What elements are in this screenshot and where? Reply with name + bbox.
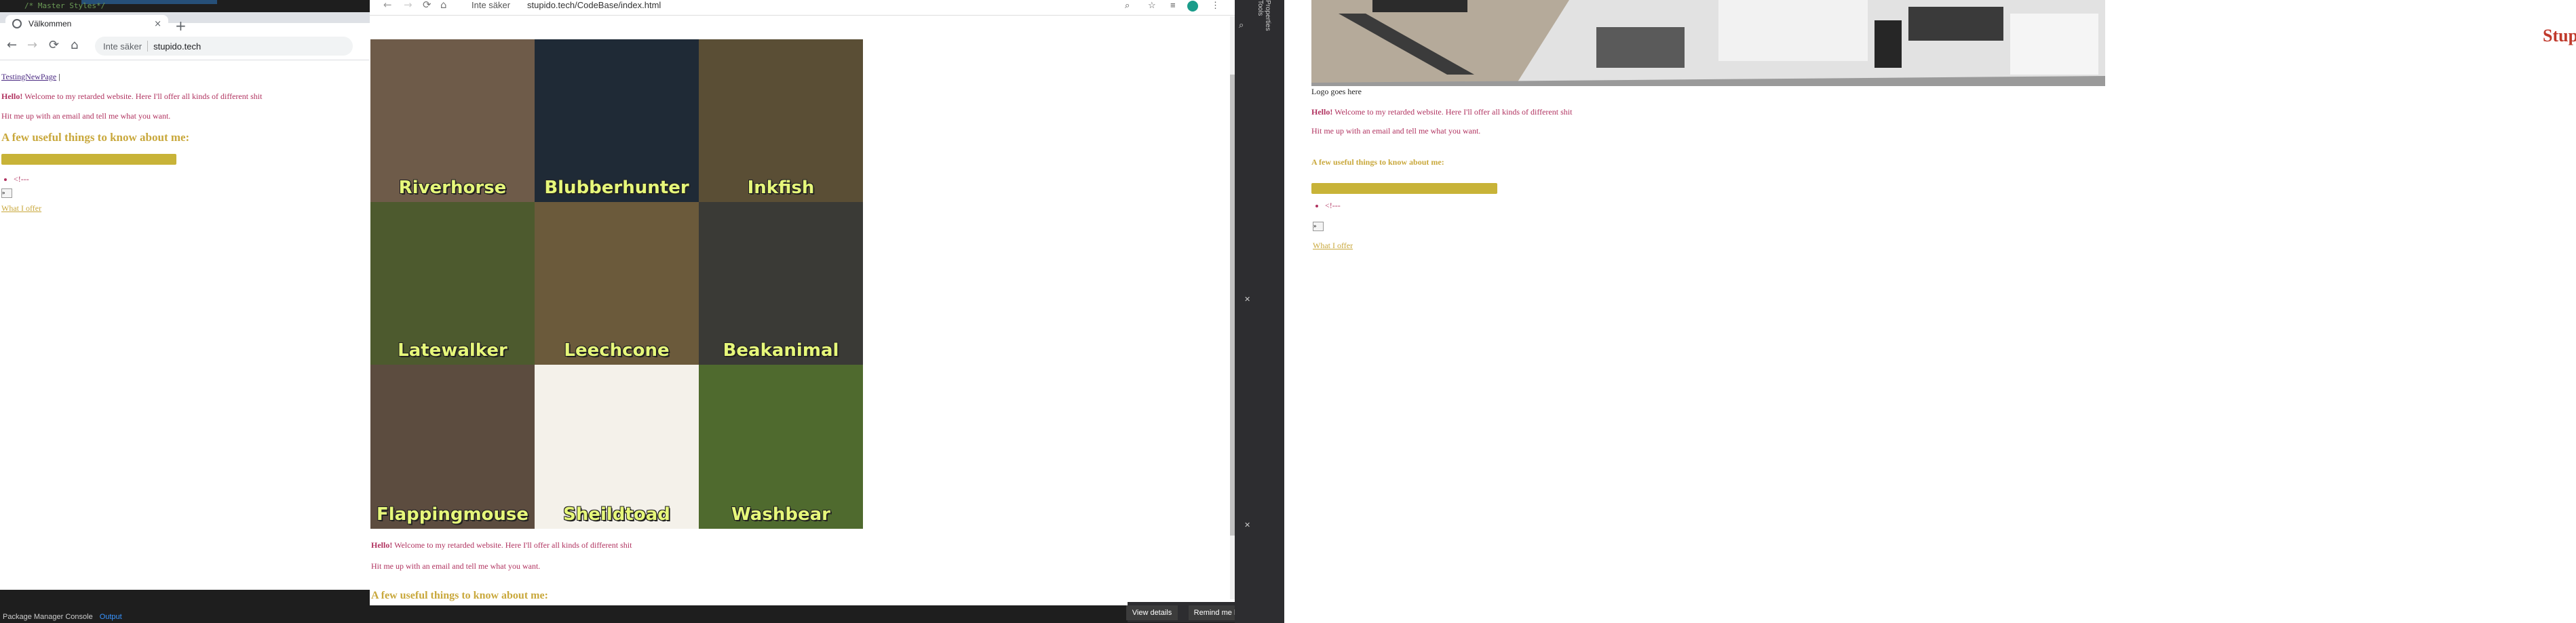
middle-browser-window: ← → ⟳ ⌂ Inte säker stupido.tech/CodeBase… bbox=[370, 0, 1264, 605]
animal-card: Leechcone bbox=[535, 202, 699, 365]
contact-text: Hit me up with an email and tell me what… bbox=[1, 111, 171, 121]
pin-icon[interactable]: ✕ bbox=[1244, 295, 1250, 304]
welcome-text: Welcome to my retarded website. Here I'l… bbox=[1332, 107, 1573, 117]
animal-label: Sheildtoad bbox=[563, 504, 670, 525]
hero-room-image bbox=[1311, 0, 2105, 86]
package-manager-console-tab[interactable]: Package Manager Console bbox=[3, 613, 93, 621]
contact-text: Hit me up with an email and tell me what… bbox=[371, 561, 541, 571]
pin-icon[interactable]: ✕ bbox=[1244, 521, 1250, 529]
search-icon[interactable]: ⌕ bbox=[1125, 0, 1130, 11]
home-icon[interactable]: ⌂ bbox=[71, 38, 78, 52]
left-browser-window: /* Master Styles*/ Välkommen × + ← → ⟳ ⌂… bbox=[0, 0, 370, 590]
reload-icon[interactable]: ⟳ bbox=[423, 0, 431, 11]
bookmark-star-icon[interactable]: ☆ bbox=[1148, 0, 1156, 11]
scrollbar-thumb[interactable] bbox=[1230, 75, 1235, 536]
view-details-button[interactable]: View details bbox=[1126, 605, 1178, 620]
security-warning: Inte säker bbox=[103, 41, 142, 52]
what-i-offer-link[interactable]: What I offer bbox=[1313, 241, 1353, 251]
back-icon[interactable]: ← bbox=[7, 38, 17, 52]
animal-label: Beakanimal bbox=[723, 340, 839, 361]
welcome-text: Welcome to my retarded website. Here I'l… bbox=[22, 92, 263, 101]
animal-card: Riverhorse bbox=[370, 39, 535, 202]
url-text: stupido.tech bbox=[153, 41, 201, 52]
animal-label: Washbear bbox=[731, 504, 830, 525]
animal-card: Flappingmouse bbox=[370, 365, 535, 529]
animal-grid: Riverhorse Blubberhunter Inkfish Latewal… bbox=[370, 39, 863, 529]
animal-label: Blubberhunter bbox=[544, 178, 689, 198]
right-page: StupidO Logo goes here Hello! Welcome to… bbox=[1284, 0, 2576, 623]
animal-card: Blubberhunter bbox=[535, 39, 699, 202]
welcome-line: Hello! Welcome to my retarded website. H… bbox=[371, 540, 632, 550]
ide-side-strip: ⌕ ✕ ✕ bbox=[1235, 0, 1284, 623]
section-heading: A few useful things to know about me: bbox=[1311, 157, 1444, 167]
new-tab-button[interactable]: + bbox=[175, 18, 187, 34]
panel-tabs: Package Manager Console Output bbox=[3, 613, 122, 621]
close-tab-icon[interactable]: × bbox=[154, 19, 161, 29]
logo-placeholder: Logo goes here bbox=[1311, 87, 1362, 96]
animal-label: Inkfish bbox=[747, 178, 815, 198]
welcome-line: Hello! Welcome to my retarded website. H… bbox=[1311, 107, 1572, 117]
welcome-text: Welcome to my retarded website. Here I'l… bbox=[392, 540, 632, 550]
browser-toolbar: ← → ⟳ ⌂ Inte säker stupido.tech bbox=[0, 33, 370, 60]
nav-separator: | bbox=[58, 72, 60, 81]
animal-label: Riverhorse bbox=[398, 178, 507, 198]
browser-tab[interactable]: Välkommen × bbox=[5, 15, 168, 33]
page-content: TestingNewPage | Hello! Welcome to my re… bbox=[0, 68, 366, 219]
animal-label: Leechcone bbox=[564, 340, 670, 361]
forward-icon[interactable]: → bbox=[27, 38, 37, 52]
security-warning: Inte säker bbox=[472, 0, 511, 10]
editor-code-strip: /* Master Styles*/ bbox=[0, 0, 370, 12]
url-text[interactable]: stupido.tech/CodeBase/index.html bbox=[527, 0, 661, 10]
animal-card: Washbear bbox=[699, 365, 863, 529]
browser-toolbar: ← → ⟳ ⌂ Inte säker stupido.tech/CodeBase… bbox=[370, 0, 1235, 16]
list-item: <!--- bbox=[14, 174, 366, 184]
animal-card: Beakanimal bbox=[699, 202, 863, 365]
testing-new-page-link[interactable]: TestingNewPage bbox=[1, 72, 56, 81]
section-heading: A few useful things to know about me: bbox=[371, 590, 548, 601]
small-button[interactable]: » bbox=[1313, 222, 1324, 231]
globe-icon bbox=[12, 19, 22, 28]
small-button[interactable]: » bbox=[1, 188, 12, 198]
contact-text: Hit me up with an email and tell me what… bbox=[1311, 126, 1481, 136]
tab-title: Välkommen bbox=[28, 19, 72, 28]
animal-label: Latewalker bbox=[398, 340, 507, 361]
reload-icon[interactable]: ⟳ bbox=[49, 38, 59, 52]
gold-banner bbox=[1311, 183, 1497, 194]
hello-text: Hello! bbox=[1311, 107, 1333, 117]
animal-label: Flappingmouse bbox=[376, 504, 529, 525]
section-heading: A few useful things to know about me: bbox=[1, 131, 190, 144]
code-comment: /* Master Styles*/ bbox=[24, 1, 106, 10]
playlist-icon[interactable]: ≡ bbox=[1170, 0, 1176, 10]
properties-tools-tab[interactable]: Properties Tools bbox=[1256, 0, 1271, 47]
hello-text: Hello! bbox=[1, 92, 23, 101]
home-icon[interactable]: ⌂ bbox=[440, 0, 447, 11]
animal-card: Latewalker bbox=[370, 202, 535, 365]
menu-icon[interactable]: ⋮ bbox=[1211, 0, 1220, 11]
output-tab[interactable]: Output bbox=[100, 613, 122, 621]
profile-avatar[interactable] bbox=[1187, 1, 1198, 12]
back-icon[interactable]: ← bbox=[383, 0, 392, 11]
divider bbox=[147, 41, 149, 52]
what-i-offer-link[interactable]: What I offer bbox=[1, 203, 41, 213]
forward-icon[interactable]: → bbox=[404, 0, 412, 11]
address-bar[interactable]: Inte säker stupido.tech bbox=[95, 37, 353, 56]
animal-card: Sheildtoad bbox=[535, 365, 699, 529]
list-item: <!--- bbox=[1325, 201, 1341, 211]
brand-title: StupidO bbox=[2543, 26, 2576, 45]
hello-text: Hello! bbox=[371, 540, 393, 550]
search-icon[interactable]: ⌕ bbox=[1239, 20, 1244, 31]
gold-banner bbox=[1, 154, 176, 165]
animal-card: Inkfish bbox=[699, 39, 863, 202]
